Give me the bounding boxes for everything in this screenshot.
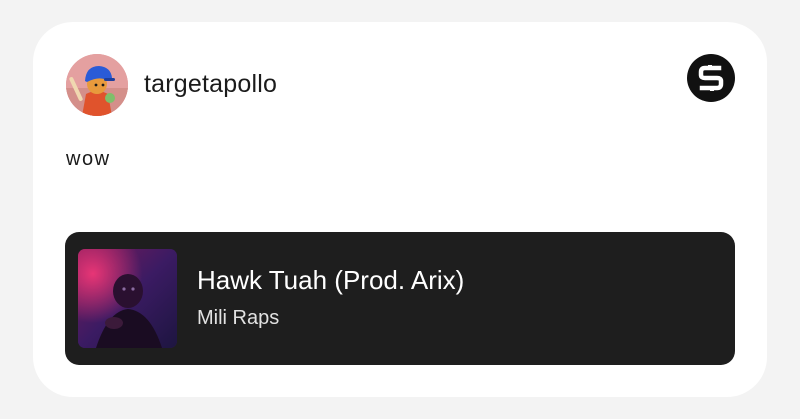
s-logo-glyph-icon: [698, 65, 724, 91]
track-artist[interactable]: Mili Raps: [197, 307, 279, 330]
s-logo-icon[interactable]: [687, 54, 735, 102]
album-cover[interactable]: [78, 249, 177, 348]
user-avatar[interactable]: [66, 54, 128, 116]
post-text: wow: [66, 148, 111, 170]
track-title[interactable]: Hawk Tuah (Prod. Arix): [197, 265, 464, 296]
post-card: targetapollo wow Hawk Tuah (Prod. Arix) …: [33, 22, 767, 397]
album-art-icon: [78, 249, 177, 348]
username[interactable]: targetapollo: [144, 70, 277, 99]
avatar-illustration-icon: [66, 54, 128, 116]
track-embed[interactable]: Hawk Tuah (Prod. Arix) Mili Raps: [65, 232, 735, 365]
